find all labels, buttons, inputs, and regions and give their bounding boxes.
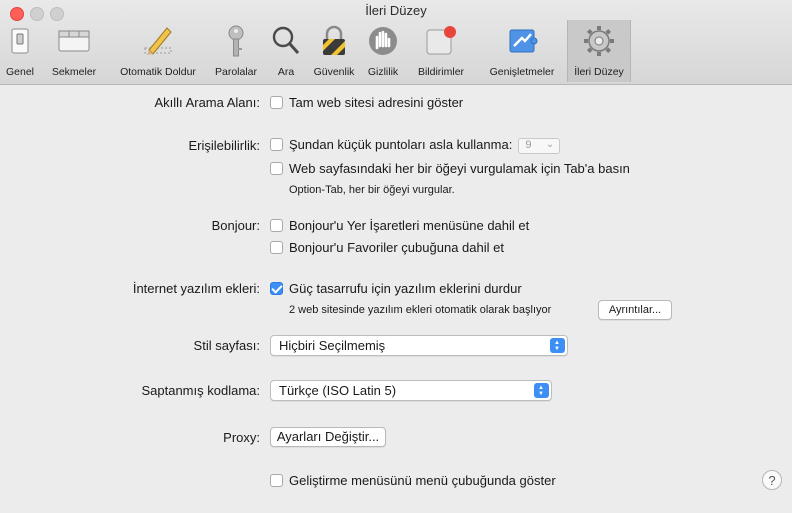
stop-plugins-checkbox[interactable] <box>270 282 283 295</box>
notification-icon <box>426 26 456 55</box>
tab-label: Sekmeler <box>51 66 97 78</box>
tab-label: Genişletmeler <box>489 66 555 78</box>
min-font-size-checkbox[interactable] <box>270 138 283 151</box>
change-proxy-settings-button[interactable]: Ayarları Değiştir... <box>270 427 386 447</box>
min-font-size-select[interactable]: 9 ⌄ <box>518 137 561 154</box>
show-full-address-checkbox[interactable] <box>270 96 283 109</box>
tab-extensions[interactable]: Genişletmeler <box>478 20 566 82</box>
plugins-note: 2 web sitesinde yazılım ekleri otomatik … <box>289 304 552 316</box>
encoding-value: Türkçe (ISO Latin 5) <box>279 383 397 398</box>
tab-general[interactable]: Genel <box>2 20 38 82</box>
tab-label: Güvenlik <box>313 66 355 78</box>
tab-label: Bildirimler <box>417 66 465 78</box>
tab-highlight-text: Web sayfasındaki her bir öğeyi vurgulama… <box>289 161 630 176</box>
stylesheet-value: Hiçbiri Seçilmemiş <box>279 338 386 353</box>
smart-search-row: Tam web sitesi adresini göster <box>270 95 463 110</box>
tab-label: İleri Düzey <box>574 66 624 78</box>
tab-label: Gizlilik <box>367 66 399 78</box>
tab-label: Parolalar <box>214 66 258 78</box>
up-down-arrows-icon: ▲ ▼ <box>534 383 549 398</box>
accessibility-label: Erişilebilirlik: <box>188 138 260 153</box>
preferences-window: İleri Düzey Genel Sekmeler Otomatik Dold… <box>0 0 792 513</box>
tab-security[interactable]: Güvenlik <box>308 20 360 82</box>
window-title: İleri Düzey <box>365 3 427 18</box>
tab-highlight-checkbox[interactable] <box>270 162 283 175</box>
tab-tabs[interactable]: Sekmeler <box>39 20 109 82</box>
bonjour-favorites-text: Bonjour'u Favoriler çubuğuna dahil et <box>289 240 504 255</box>
help-button[interactable]: ? <box>762 470 782 490</box>
plugin-details-button[interactable]: Ayrıntılar... <box>598 300 672 320</box>
tab-privacy[interactable]: Gizlilik <box>362 20 404 82</box>
bonjour-favorites-row: Bonjour'u Favoriler çubuğuna dahil et <box>270 240 504 255</box>
puzzle-icon <box>509 29 538 53</box>
min-font-size-text: Şundan küçük puntoları asla kullanma: <box>289 137 513 152</box>
smart-search-label: Akıllı Arama Alanı: <box>154 95 261 110</box>
tab-highlight-row: Web sayfasındaki her bir öğeyi vurgulama… <box>270 161 630 176</box>
proxy-label: Proxy: <box>223 430 260 445</box>
tab-label: Genel <box>5 66 35 78</box>
pencil-icon <box>144 27 172 55</box>
stylesheet-popup[interactable]: Hiçbiri Seçilmemiş ▲ ▼ <box>270 335 568 356</box>
search-icon <box>272 26 300 54</box>
encoding-label: Saptanmış kodlama: <box>141 383 260 398</box>
tab-search[interactable]: Ara <box>266 20 306 82</box>
encoding-popup[interactable]: Türkçe (ISO Latin 5) ▲ ▼ <box>270 380 552 401</box>
chevron-down-icon: ⌄ <box>545 138 555 150</box>
tabs-icon <box>58 30 90 52</box>
bonjour-label: Bonjour: <box>211 218 260 233</box>
stylesheet-label: Stil sayfası: <box>193 338 260 353</box>
tab-passwords[interactable]: Parolalar <box>208 20 264 82</box>
tab-autofill[interactable]: Otomatik Doldur <box>110 20 206 82</box>
bonjour-favorites-checkbox[interactable] <box>270 241 283 254</box>
tab-label: Otomatik Doldur <box>120 66 196 78</box>
tab-notifications[interactable]: Bildirimler <box>406 20 476 82</box>
switch-icon <box>11 28 29 54</box>
develop-menu-text: Geliştirme menüsünü menü çubuğunda göste… <box>289 473 556 488</box>
bonjour-bookmarks-checkbox[interactable] <box>270 219 283 232</box>
develop-menu-checkbox[interactable] <box>270 474 283 487</box>
key-icon <box>228 25 244 57</box>
min-font-size-value: 9 <box>525 138 532 151</box>
stop-plugins-text: Güç tasarrufu için yazılım eklerini durd… <box>289 281 522 296</box>
lock-icon <box>323 25 345 55</box>
tab-label: Ara <box>277 66 295 78</box>
bonjour-bookmarks-row: Bonjour'u Yer İşaretleri menüsüne dahil … <box>270 218 529 233</box>
plugins-power-row: Güç tasarrufu için yazılım eklerini durd… <box>270 281 522 296</box>
plugins-label: İnternet yazılım ekleri: <box>132 281 260 296</box>
show-full-address-text: Tam web sitesi adresini göster <box>289 95 464 110</box>
bonjour-bookmarks-text: Bonjour'u Yer İşaretleri menüsüne dahil … <box>289 218 530 233</box>
up-down-arrows-icon: ▲ ▼ <box>550 338 565 353</box>
develop-menu-row: Geliştirme menüsünü menü çubuğunda göste… <box>270 473 556 488</box>
tab-advanced[interactable]: İleri Düzey <box>567 20 631 82</box>
tab-highlight-note: Option-Tab, her bir öğeyi vurgular. <box>289 184 455 196</box>
hand-icon <box>369 27 397 55</box>
title-bar: İleri Düzey Genel Sekmeler Otomatik Dold… <box>0 0 792 85</box>
min-font-row: Şundan küçük puntoları asla kullanma: 9 ⌄ <box>270 137 561 154</box>
gear-icon <box>584 26 614 56</box>
advanced-settings-panel: Akıllı Arama Alanı: Tam web sitesi adres… <box>0 85 792 513</box>
